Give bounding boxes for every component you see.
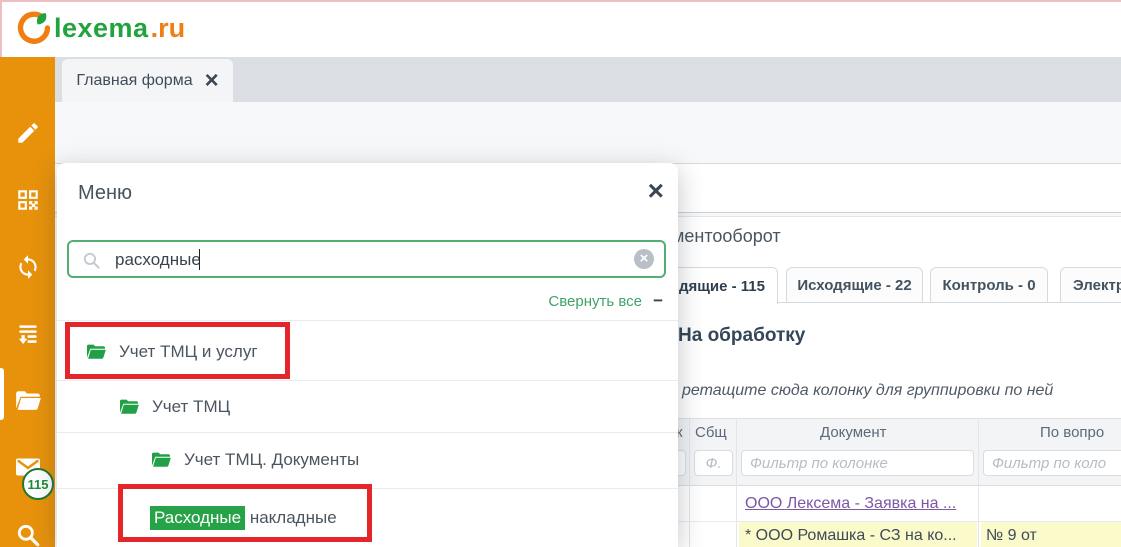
- tasks-download-icon-glyph: [15, 321, 41, 347]
- row-2-document-text: * ООО Ромашка - СЗ на ко...: [745, 527, 957, 545]
- menu-divider: [57, 320, 678, 321]
- pencil-icon[interactable]: [14, 119, 42, 147]
- docflow-title-fragment: ментооборот: [672, 226, 781, 247]
- filter-input-document[interactable]: [741, 450, 974, 476]
- menu-modal-title: Меню: [78, 182, 132, 205]
- folder-open-icon: [118, 398, 140, 416]
- search-icon-glyph: [15, 522, 41, 547]
- qr-code-icon-glyph: [15, 187, 41, 213]
- doc-tab-outgoing[interactable]: Исходящие - 22: [786, 267, 923, 302]
- search-icon[interactable]: [14, 521, 42, 547]
- tasks-download-icon[interactable]: [14, 320, 42, 348]
- sync-icon[interactable]: [14, 253, 42, 281]
- lexema-logo[interactable]: lexema.ru: [16, 10, 185, 46]
- menu-search-box: ×: [67, 240, 666, 278]
- menu-search-input[interactable]: [113, 244, 617, 276]
- logo-tld: .ru: [151, 13, 186, 44]
- app-header: lexema.ru: [0, 0, 1121, 57]
- tree-item-label: Учет ТМЦ. Документы: [184, 450, 359, 470]
- row-2-question-text: № 9 от 16.07.2024: [986, 527, 1121, 547]
- doc-tab-electronic[interactable]: Электро: [1060, 267, 1121, 302]
- annotation-rect-uchet-tmc-uslug: [65, 322, 290, 379]
- tab-close-icon[interactable]: ×: [205, 73, 219, 89]
- logo-word: lexema: [54, 13, 149, 44]
- folder-open-icon[interactable]: [14, 387, 42, 415]
- doc-tab-electronic-label: Электро: [1073, 277, 1121, 294]
- folder-open-icon: [150, 451, 172, 469]
- annotation-rect-rashodnye: [118, 484, 372, 542]
- tab-main-form[interactable]: Главная форма ×: [62, 59, 233, 102]
- filter-input-question[interactable]: [983, 450, 1121, 476]
- collapse-all-link[interactable]: Свернуть все: [548, 293, 642, 310]
- doc-tab-control[interactable]: Контроль - 0: [930, 267, 1048, 302]
- modal-close-icon[interactable]: ×: [648, 177, 664, 205]
- tab-main-form-label: Главная форма: [76, 72, 192, 90]
- collapse-minus-icon[interactable]: −: [653, 291, 663, 311]
- text-caret: [199, 249, 200, 270]
- app-screen: lexema.ru: [0, 0, 1121, 547]
- search-icon: [82, 251, 101, 270]
- column-header-question[interactable]: По вопро: [1040, 424, 1104, 441]
- sidebar: 115: [0, 57, 55, 547]
- column-header-document[interactable]: Документ: [820, 424, 887, 441]
- doc-tab-outgoing-label: Исходящие - 22: [797, 277, 911, 294]
- column-divider: [978, 418, 979, 547]
- sidebar-active-indicator: [0, 368, 4, 420]
- tree-item-uchet-tmc[interactable]: Учет ТМЦ: [57, 381, 739, 432]
- inbox-count-badge[interactable]: 115: [22, 468, 54, 500]
- sync-icon-glyph: [15, 254, 41, 280]
- tree-item-label: Учет ТМЦ: [152, 397, 230, 417]
- tree-item-uchet-tmc-documents[interactable]: Учет ТМЦ. Документы: [57, 433, 771, 487]
- document-link-row-1[interactable]: ООО Лексема - Заявка на ...: [745, 495, 956, 513]
- qr-code-icon[interactable]: [14, 186, 42, 214]
- screenshot-border: [0, 0, 1121, 2]
- doc-tab-incoming-label: дящие - 115: [679, 278, 765, 295]
- lexema-logo-icon: [16, 10, 52, 46]
- folder-open-icon-glyph: [14, 389, 42, 413]
- clear-search-icon[interactable]: ×: [634, 249, 654, 269]
- screenshot-border: [0, 0, 2, 57]
- pencil-icon-glyph: [15, 120, 41, 146]
- doc-tab-control-label: Контроль - 0: [942, 277, 1035, 294]
